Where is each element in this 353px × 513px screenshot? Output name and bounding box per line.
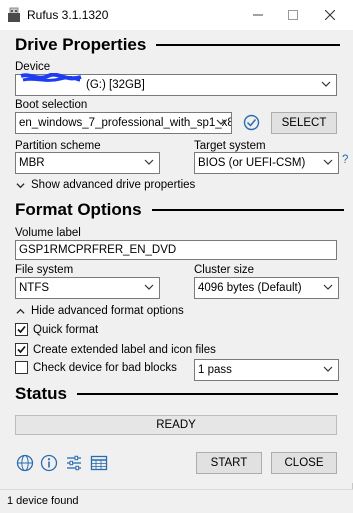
chevron-down-icon bbox=[321, 81, 331, 87]
verify-checkmark-icon[interactable] bbox=[243, 114, 260, 131]
volume-label-label: Volume label bbox=[15, 227, 81, 239]
drive-properties-header: Drive Properties bbox=[15, 35, 341, 55]
volume-label-input[interactable]: GSP1RMCPRFRER_EN_DVD bbox=[15, 240, 337, 260]
target-system-value: BIOS (or UEFI-CSM) bbox=[198, 157, 306, 169]
close-window-button[interactable] bbox=[316, 4, 344, 26]
show-advanced-drive-label: Show advanced drive properties bbox=[31, 179, 196, 191]
quick-format-checkbox[interactable]: Quick format bbox=[15, 323, 98, 336]
target-system-dropdown[interactable]: BIOS (or UEFI-CSM) bbox=[194, 152, 339, 174]
status-heading: Status bbox=[15, 384, 67, 403]
globe-language-icon[interactable] bbox=[16, 454, 34, 472]
volume-label-value: GSP1RMCPRFRER_EN_DVD bbox=[19, 244, 177, 256]
main-content: Drive Properties Device (G:) [32GB] Boot… bbox=[0, 30, 353, 483]
cluster-size-label: Cluster size bbox=[194, 264, 255, 276]
section-rule bbox=[156, 44, 341, 46]
partition-scheme-value: MBR bbox=[19, 157, 45, 169]
chevron-down-icon bbox=[323, 366, 333, 372]
bad-blocks-label: Check device for bad blocks bbox=[33, 361, 177, 374]
section-rule bbox=[151, 209, 344, 211]
hide-advanced-format-label: Hide advanced format options bbox=[31, 305, 184, 317]
file-system-label: File system bbox=[15, 264, 74, 276]
redaction-scribble bbox=[20, 73, 82, 82]
checkbox-box[interactable] bbox=[15, 343, 28, 356]
chevron-up-icon bbox=[16, 308, 25, 314]
quick-format-label: Quick format bbox=[33, 323, 99, 336]
device-value: (G:) [32GB] bbox=[86, 79, 145, 91]
start-button[interactable]: START bbox=[196, 452, 262, 474]
extended-label-label: Create extended label and icon files bbox=[33, 343, 216, 356]
boot-selection-dropdown[interactable]: en_windows_7_professional_with_sp1_x86_d… bbox=[15, 112, 232, 134]
status-bar-footer: 1 device found bbox=[0, 489, 353, 513]
close-button[interactable]: CLOSE bbox=[271, 452, 337, 474]
rufus-window: Rufus 3.1.1320 Drive Properties Device (… bbox=[0, 0, 353, 513]
chevron-down-icon bbox=[144, 284, 154, 290]
partition-scheme-dropdown[interactable]: MBR bbox=[15, 152, 160, 174]
boot-selection-label: Boot selection bbox=[15, 99, 88, 111]
cluster-size-dropdown[interactable]: 4096 bytes (Default) bbox=[194, 277, 339, 299]
title-bar[interactable]: Rufus 3.1.1320 bbox=[0, 0, 353, 30]
checkmark-icon bbox=[17, 325, 26, 334]
partition-scheme-label: Partition scheme bbox=[15, 140, 101, 152]
target-system-help-link[interactable]: ? bbox=[342, 154, 348, 166]
checkbox-box[interactable] bbox=[15, 361, 28, 374]
boot-selection-value: en_windows_7_professional_with_sp1_x86_d… bbox=[19, 117, 231, 129]
format-options-header: Format Options bbox=[15, 200, 344, 220]
section-rule bbox=[76, 393, 338, 395]
chevron-down-icon bbox=[323, 159, 333, 165]
extended-label-checkbox[interactable]: Create extended label and icon files bbox=[15, 343, 216, 356]
checkbox-box[interactable] bbox=[15, 323, 28, 336]
select-button[interactable]: SELECT bbox=[271, 112, 337, 134]
file-system-value: NTFS bbox=[19, 282, 50, 294]
window-title: Rufus 3.1.1320 bbox=[27, 8, 109, 22]
info-icon[interactable] bbox=[40, 454, 58, 472]
maximize-button[interactable] bbox=[279, 4, 307, 26]
format-options-heading: Format Options bbox=[15, 200, 142, 219]
close-icon bbox=[325, 10, 335, 20]
minimize-icon bbox=[253, 14, 263, 16]
log-table-icon[interactable] bbox=[90, 454, 108, 472]
device-label: Device bbox=[15, 61, 51, 73]
usb-drive-icon bbox=[8, 7, 20, 22]
bad-blocks-passes-value: 1 pass bbox=[198, 364, 232, 376]
settings-sliders-icon[interactable] bbox=[65, 454, 83, 472]
status-text: READY bbox=[156, 419, 196, 431]
file-system-dropdown[interactable]: NTFS bbox=[15, 277, 160, 299]
chevron-down-icon bbox=[16, 182, 25, 188]
checkmark-icon bbox=[17, 345, 26, 354]
status-header: Status bbox=[15, 384, 338, 404]
chevron-down-icon bbox=[144, 159, 154, 165]
bad-blocks-checkbox[interactable]: Check device for bad blocks bbox=[15, 361, 177, 374]
chevron-down-icon bbox=[323, 284, 333, 290]
target-system-label: Target system bbox=[194, 140, 266, 152]
chevron-down-icon bbox=[216, 119, 226, 125]
maximize-icon bbox=[288, 10, 298, 20]
minimize-button[interactable] bbox=[244, 4, 272, 26]
status-progress-bar: READY bbox=[15, 415, 337, 435]
bad-blocks-passes-dropdown[interactable]: 1 pass bbox=[194, 359, 339, 381]
drive-properties-heading: Drive Properties bbox=[15, 35, 147, 54]
cluster-size-value: 4096 bytes (Default) bbox=[198, 282, 302, 294]
hide-advanced-format-toggle[interactable]: Hide advanced format options bbox=[16, 305, 184, 317]
device-count-text: 1 device found bbox=[7, 495, 79, 507]
show-advanced-drive-toggle[interactable]: Show advanced drive properties bbox=[16, 179, 195, 191]
